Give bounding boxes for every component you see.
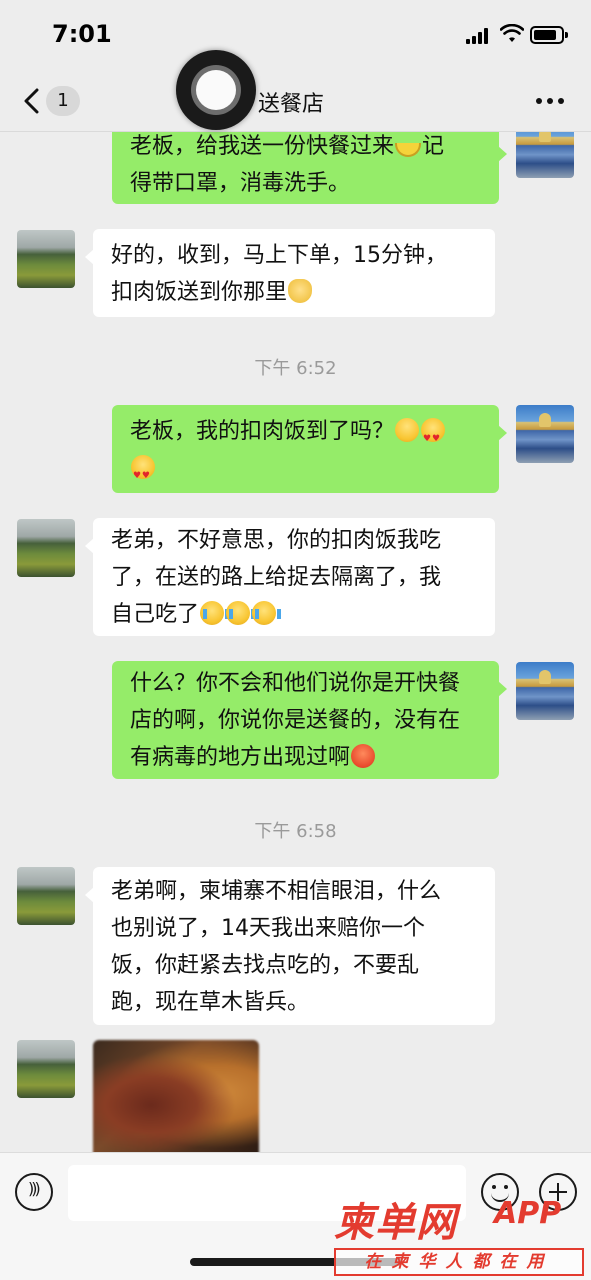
heart-eyes-emoji-icon: [421, 418, 446, 458]
message-text: 了，在送的路上给捉去隔离了，我: [111, 565, 442, 590]
message-text: 好的，收到，马上下单，15分钟，: [111, 243, 447, 268]
message-text: 跑，现在草木皆兵。: [111, 990, 310, 1015]
contact-avatar[interactable]: [17, 519, 75, 577]
message-bubble-other[interactable]: 老弟啊，柬埔寨不相信眼泪，什么 也别说了，14天我出来赔你一个 饭，你赶紧去找点…: [85, 867, 495, 1025]
status-bar: 7:01: [0, 0, 591, 70]
message-text: 得带口罩，消毒洗手。: [130, 171, 351, 196]
message-text: 扣肉饭送到你那里: [111, 280, 288, 305]
message-text: 老弟，不好意思，你的扣肉饭我吃: [111, 528, 442, 553]
message-bubble-self[interactable]: 什么？你不会和他们说你是开快餐 店的啊，你说你是送餐的，没有在 有病毒的地方出现…: [112, 661, 507, 779]
angry-emoji-icon: [351, 744, 376, 768]
message-text: 老板，给我送一份快餐过来: [130, 134, 395, 159]
food-image-message[interactable]: [93, 1040, 259, 1152]
message-timestamp: 下午 6:52: [254, 358, 337, 379]
back-icon[interactable]: [22, 88, 40, 114]
chat-title: 送餐店: [258, 92, 325, 117]
unread-count-badge[interactable]: 1: [46, 86, 80, 116]
signal-icon: [466, 28, 492, 44]
wifi-icon: [500, 24, 524, 42]
ok-hand-emoji-icon: [288, 279, 313, 303]
status-time: 7:01: [52, 20, 112, 48]
message-text: 有病毒的地方出现过啊: [130, 745, 351, 770]
battery-icon: [530, 26, 568, 44]
contact-avatar[interactable]: [17, 867, 75, 925]
watermark-slogan: 在柬华人都在用: [334, 1248, 584, 1276]
watermark-brand: 柬单网: [334, 1200, 457, 1246]
self-avatar[interactable]: [516, 405, 574, 463]
message-timestamp: 下午 6:58: [254, 821, 337, 842]
message-text: 什么？你不会和他们说你是开快餐: [130, 671, 461, 696]
message-bubble-other[interactable]: 好的，收到，马上下单，15分钟， 扣肉饭送到你那里: [85, 229, 495, 317]
self-avatar[interactable]: [516, 662, 574, 720]
message-text: 老板，我的扣肉饭到了吗？: [130, 419, 395, 444]
message-text: 自己吃了: [111, 602, 200, 627]
chat-message-list[interactable]: 老板，给我送一份快餐过来 记 得带口罩，消毒洗手。 好的，收到，马上下单，15分钟…: [0, 132, 591, 1152]
heart-eyes-emoji-icon: [131, 455, 155, 495]
assistive-touch-button[interactable]: [176, 50, 256, 130]
message-text: 老弟啊，柬埔寨不相信眼泪，什么: [111, 879, 442, 904]
watermark-logo: 柬单网 APP: [334, 1190, 584, 1246]
crying-emoji-icon: [252, 601, 282, 625]
message-text: 饭，你赶紧去找点吃的，不要乱: [111, 953, 420, 978]
more-icon[interactable]: [536, 98, 564, 104]
voice-icon[interactable]: [15, 1173, 53, 1211]
chat-header: 1 送餐店: [0, 70, 591, 132]
self-avatar[interactable]: [516, 132, 574, 178]
message-text: 店的啊，你说你是送餐的，没有在: [130, 708, 461, 733]
crying-emoji-icon: [200, 601, 230, 625]
watermark-app: APP: [494, 1196, 562, 1231]
crying-emoji-icon: [226, 601, 256, 625]
contact-avatar[interactable]: [17, 1040, 75, 1098]
message-text: 也别说了，14天我出来赔你一个: [111, 916, 425, 941]
message-bubble-self[interactable]: 老板，给我送一份快餐过来 记 得带口罩，消毒洗手。: [112, 132, 507, 204]
contact-avatar[interactable]: [17, 230, 75, 288]
message-bubble-self[interactable]: 老板，我的扣肉饭到了吗？: [112, 405, 507, 495]
message-bubble-other[interactable]: 老弟，不好意思，你的扣肉饭我吃 了，在送的路上给捉去隔离了，我 自己吃了: [85, 518, 495, 636]
laugh-cry-emoji-icon: [395, 418, 420, 442]
banana-emoji-icon: [395, 143, 422, 157]
message-text: 记: [422, 134, 445, 159]
